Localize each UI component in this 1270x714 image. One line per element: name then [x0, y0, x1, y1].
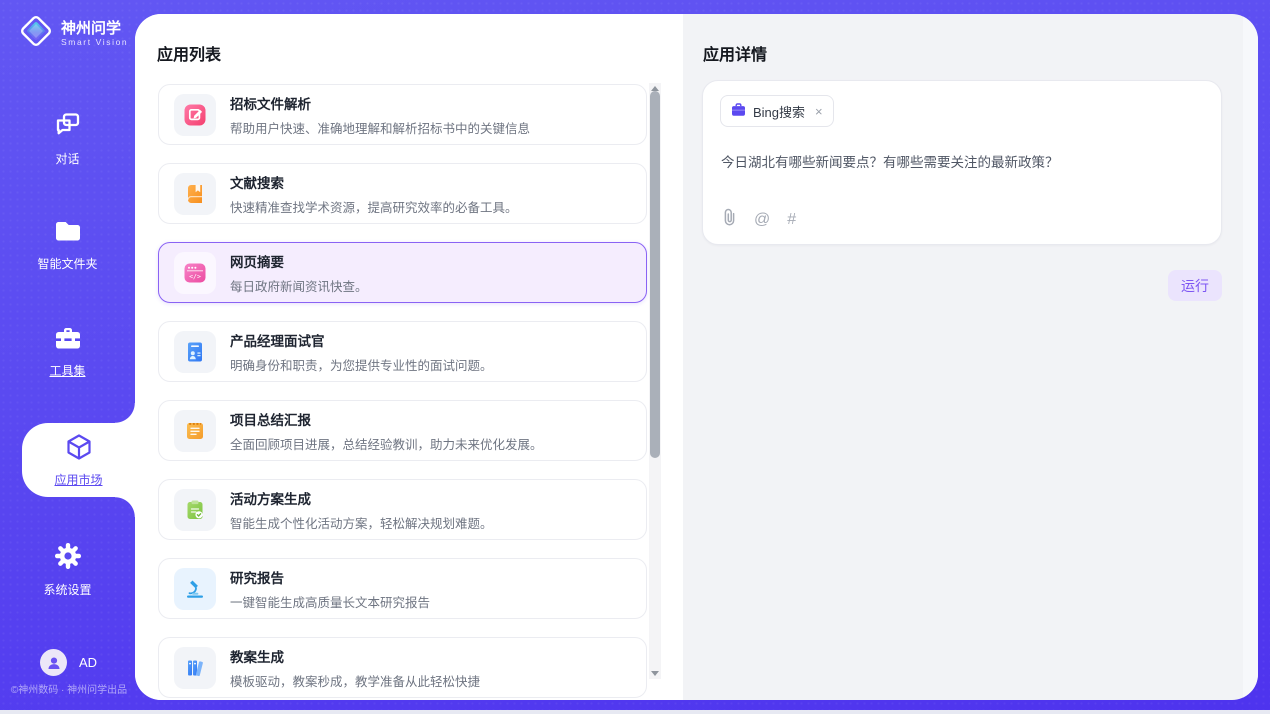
folder-icon — [53, 218, 83, 248]
close-icon[interactable]: × — [815, 104, 823, 119]
app-card-desc: 明确身份和职责，为您提供专业性的面试问题。 — [230, 355, 493, 374]
main-window: 应用列表 招标文件解析 帮助用户快速、准确地理解和解析招标书中的关键信息 — [135, 14, 1258, 700]
app-card-desc: 快速精准查找学术资源，提高研究效率的必备工具。 — [230, 197, 518, 216]
book-icon — [174, 173, 216, 215]
user-account[interactable]: AD — [40, 649, 97, 676]
sidebar: 神州问学 Smart Vision 对话 智能文件夹 — [0, 0, 135, 714]
books-icon — [174, 647, 216, 689]
app-detail-title: 应用详情 — [703, 41, 767, 65]
sidebar-item-label: 应用市场 — [54, 471, 102, 488]
browser-code-icon: </> — [174, 252, 216, 294]
resume-person-icon — [174, 331, 216, 373]
app-card-literature-search[interactable]: 文献搜索 快速精准查找学术资源，提高研究效率的必备工具。 — [158, 163, 647, 224]
copyright-footer: ©神州数码 · 神州问学出品 — [6, 681, 132, 696]
brand-diamond-icon — [17, 12, 55, 55]
app-card-title: 研究报告 — [230, 567, 430, 587]
briefcase-icon — [731, 103, 746, 120]
app-card-web-summary[interactable]: </> 网页摘要 每日政府新闻资讯快查。 — [158, 242, 647, 303]
avatar — [40, 649, 67, 676]
sidebar-item-settings[interactable]: 系统设置 — [0, 541, 135, 598]
app-card-title: 文献搜索 — [230, 172, 518, 192]
svg-text:</>: </> — [189, 272, 201, 280]
app-card-desc: 帮助用户快速、准确地理解和解析招标书中的关键信息 — [230, 118, 530, 137]
prompt-text: 今日湖北有哪些新闻要点？有哪些需要关注的最新政策？ — [721, 151, 1059, 171]
sidebar-item-smart-folder[interactable]: 智能文件夹 — [0, 218, 135, 272]
app-detail-panel: 应用详情 Bing搜索 × 今日湖北有哪些新闻要点？有哪些需要关注的最新政策？ — [683, 14, 1243, 700]
toolbox-icon — [53, 325, 83, 355]
app-card-pm-interviewer[interactable]: 产品经理面试官 明确身份和职责，为您提供专业性的面试问题。 — [158, 321, 647, 382]
mention-icon[interactable]: @ — [754, 212, 770, 228]
app-list-panel: 应用列表 招标文件解析 帮助用户快速、准确地理解和解析招标书中的关键信息 — [135, 14, 683, 700]
window-bottom-edge — [0, 710, 1270, 714]
brand-name: 神州问学 — [61, 20, 128, 37]
scrollbar-thumb[interactable] — [650, 91, 660, 458]
app-card-bid-analysis[interactable]: 招标文件解析 帮助用户快速、准确地理解和解析招标书中的关键信息 — [158, 84, 647, 145]
cube-icon — [64, 432, 94, 465]
run-button[interactable]: 运行 — [1168, 270, 1222, 301]
sidebar-item-toolbox[interactable]: 工具集 — [0, 325, 135, 379]
app-card-title: 网页摘要 — [230, 251, 368, 271]
app-card-event-plan[interactable]: 活动方案生成 智能生成个性化活动方案，轻松解决规划难题。 — [158, 479, 647, 540]
prompt-input-card[interactable]: Bing搜索 × 今日湖北有哪些新闻要点？有哪些需要关注的最新政策？ @ # — [702, 80, 1222, 245]
paperclip-icon[interactable] — [721, 208, 737, 231]
sidebar-item-label: 对话 — [55, 150, 79, 167]
app-card-research-report[interactable]: 研究报告 一键智能生成高质量长文本研究报告 — [158, 558, 647, 619]
app-card-title: 产品经理面试官 — [230, 330, 493, 350]
app-list-title: 应用列表 — [157, 41, 221, 65]
notepad-icon — [174, 410, 216, 452]
sidebar-item-label: 智能文件夹 — [37, 255, 97, 272]
brand-logo: 神州问学 Smart Vision — [17, 12, 128, 55]
app-card-title: 教案生成 — [230, 646, 480, 666]
app-card-title: 项目总结汇报 — [230, 409, 543, 429]
topic-icon[interactable]: # — [787, 212, 796, 228]
app-list: 招标文件解析 帮助用户快速、准确地理解和解析招标书中的关键信息 文献搜索 快速精… — [158, 84, 647, 698]
sidebar-item-label: 系统设置 — [43, 581, 91, 598]
app-card-desc: 智能生成个性化活动方案，轻松解决规划难题。 — [230, 513, 493, 532]
clipboard-check-icon — [174, 489, 216, 531]
gear-icon — [53, 541, 83, 574]
composer-toolbar: @ # — [721, 208, 796, 231]
app-card-project-summary[interactable]: 项目总结汇报 全面回顾项目进展，总结经验教训，助力未来优化发展。 — [158, 400, 647, 461]
tool-tag-bing-search[interactable]: Bing搜索 × — [720, 95, 834, 127]
sidebar-item-chat[interactable]: 对话 — [0, 110, 135, 167]
chat-icon — [53, 110, 83, 143]
scroll-down-arrow-icon[interactable] — [651, 671, 659, 676]
app-card-desc: 全面回顾项目进展，总结经验教训，助力未来优化发展。 — [230, 434, 543, 453]
sidebar-item-label: 工具集 — [49, 362, 85, 379]
app-card-title: 活动方案生成 — [230, 488, 493, 508]
sidebar-item-app-market[interactable]: 应用市场 — [22, 423, 135, 497]
list-scrollbar[interactable] — [649, 83, 661, 679]
app-card-desc: 模板驱动，教案秒成，教学准备从此轻松快捷 — [230, 671, 480, 690]
user-initials: AD — [79, 655, 97, 670]
app-card-desc: 每日政府新闻资讯快查。 — [230, 276, 368, 295]
tool-tag-label: Bing搜索 — [753, 102, 805, 121]
edit-doc-icon — [174, 94, 216, 136]
app-card-title: 招标文件解析 — [230, 93, 530, 113]
brand-subtitle: Smart Vision — [61, 37, 128, 47]
panel-scroll-gutter — [1243, 14, 1258, 700]
app-card-desc: 一键智能生成高质量长文本研究报告 — [230, 592, 430, 611]
microscope-icon — [174, 568, 216, 610]
app-card-lesson-plan[interactable]: 教案生成 模板驱动，教案秒成，教学准备从此轻松快捷 — [158, 637, 647, 698]
